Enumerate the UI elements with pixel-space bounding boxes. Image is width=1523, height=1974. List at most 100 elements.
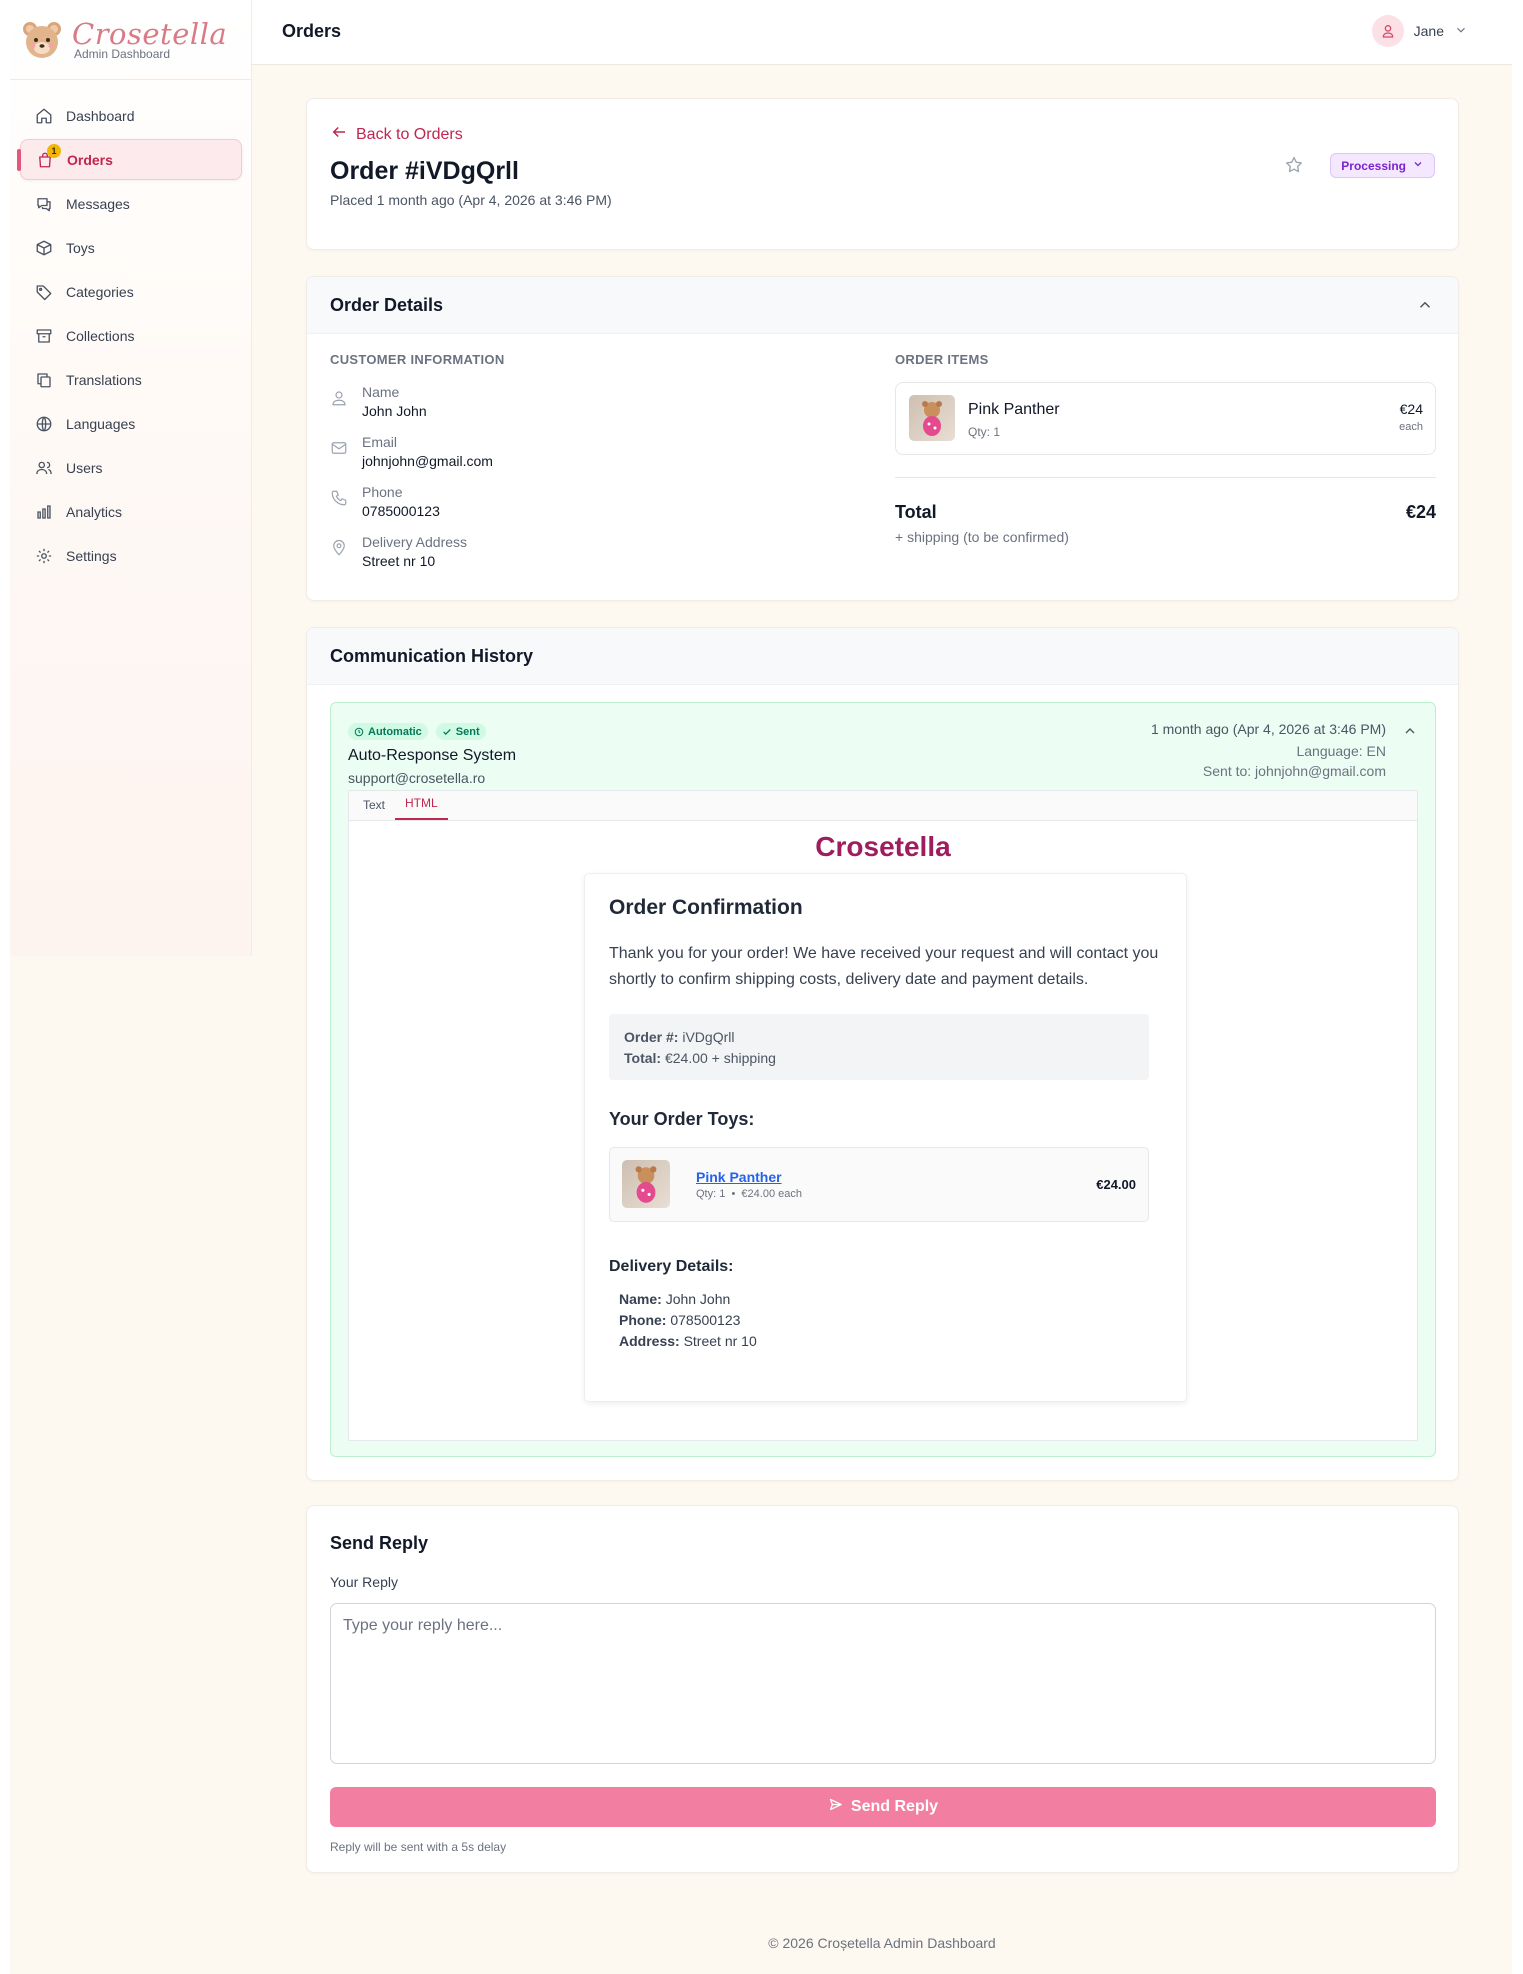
customer-name: John John [362,403,427,419]
tag-icon [34,282,54,302]
mail-icon [330,433,350,462]
order-item[interactable]: Pink Panther Qty: 1 €24 each [895,382,1436,455]
order-header-card: Back to Orders Order #iVDgQrll Placed 1 … [306,98,1459,250]
star-icon[interactable] [1284,155,1304,180]
toy-thumbnail [622,1160,670,1208]
gear-icon [34,546,54,566]
divider [895,477,1436,478]
email-delivery-heading: Delivery Details: [609,1258,734,1275]
box-icon [34,238,54,258]
order-placed-date: Placed 1 month ago (Apr 4, 2026 at 3:46 … [330,192,612,208]
shipping-note: + shipping (to be confirmed) [895,529,1069,545]
check-icon [443,728,451,735]
email-toy-meta: Qty: 1 • €24.00 each [696,1188,802,1200]
sidebar-divider [10,79,252,80]
map-pin-icon [330,533,350,562]
sidebar-item-messages[interactable]: Messages [20,183,242,224]
tab-html[interactable]: HTML [395,796,448,820]
top-bar: Orders Jane [252,0,1512,65]
user-menu[interactable]: Jane [1371,15,1468,47]
delivery-name: John John [665,1291,731,1307]
email-message: Thank you for your order! We have receiv… [609,945,1159,988]
sidebar-item-users[interactable]: Users [20,447,242,488]
field-label: Name [362,384,400,400]
send-button-label: Send Reply [850,1798,939,1815]
field-label: Email [362,434,398,450]
phone-icon [330,483,350,512]
sidebar-item-analytics[interactable]: Analytics [20,491,242,532]
sidebar-item-languages[interactable]: Languages [20,403,242,444]
copy-icon [34,370,54,390]
order-details-header[interactable]: Order Details [307,277,1458,334]
chevron-down-icon [1412,158,1424,173]
chevron-up-icon[interactable] [1402,723,1418,744]
archive-icon [34,326,54,346]
sidebar-item-label: Languages [66,415,136,432]
item-qty: Qty: 1 [968,425,1001,439]
teddy-bear-logo-icon [20,18,64,62]
message-time: 1 month ago (Apr 4, 2026 at 3:46 PM) [1150,721,1386,737]
email-order-summary: Order #: iVDgQrll Total: €24.00 + shippi… [609,1014,1149,1080]
item-name: Pink Panther [968,401,1060,418]
tab-text[interactable]: Text [353,798,395,820]
sidebar-item-label: Categories [66,283,134,300]
back-to-orders-link[interactable]: Back to Orders [330,123,463,146]
customer-address: Street nr 10 [362,553,436,569]
email-delivery-details: Name: John John Phone: 078500123 Address… [619,1289,757,1352]
home-icon [34,106,54,126]
field-label: Phone [362,484,403,500]
chevron-up-icon[interactable] [1416,296,1434,319]
field-label: Address: [619,1333,680,1349]
section-title: Order Details [330,294,444,315]
sidebar-item-dashboard[interactable]: Dashboard [20,95,242,136]
user-icon [330,383,350,412]
badge-label: Sent [455,725,480,738]
customer-address-row: Delivery Address Street nr 10 [330,533,830,571]
sidebar-item-label: Toys [66,239,95,256]
email-toys-heading: Your Order Toys: [609,1109,755,1129]
sidebar-item-categories[interactable]: Categories [20,271,242,312]
arrow-left-icon [330,123,348,146]
clock-icon [354,727,364,736]
status-dropdown[interactable]: Processing [1330,153,1435,178]
order-no: iVDgQrll [682,1029,735,1045]
bar-chart-icon [34,502,54,522]
sender-email: support@crosetella.ro [348,770,486,786]
sidebar-item-translations[interactable]: Translations [20,359,242,400]
brand-name: Crosetella [72,17,228,51]
brand-logo[interactable]: Crosetella Admin Dashboard [20,14,227,66]
sidebar: Crosetella Admin Dashboard Dashboard 1 O… [10,0,252,956]
sidebar-item-orders[interactable]: 1 Orders [17,139,242,180]
send-reply-button[interactable]: Send Reply [330,1787,1436,1827]
message-language: Language: EN [1296,743,1386,759]
customer-info: CUSTOMER INFORMATION Name John John Email… [330,352,830,583]
chat-icon [34,194,54,214]
email-heading: Order Confirmation [609,896,803,919]
sidebar-item-label: Messages [66,195,130,212]
sent-badge: Sent [435,723,486,740]
email-body: Order Confirmation Thank you for your or… [584,873,1187,1402]
user-name: Jane [1413,23,1444,39]
total-label: Total [895,502,937,522]
orders-count-badge: 1 [47,144,61,158]
sidebar-item-label: Dashboard [66,107,135,124]
customer-email-row: Email johnjohn@gmail.com [330,433,830,471]
sidebar-item-toys[interactable]: Toys [20,227,242,268]
field-label: Name: [619,1291,662,1307]
order-items-label: ORDER ITEMS [895,352,989,367]
field-label: Delivery Address [362,534,468,550]
sidebar-item-collections[interactable]: Collections [20,315,242,356]
message-recipient: Sent to: johnjohn@gmail.com [1202,763,1386,779]
email-toy-link[interactable]: Pink Panther [696,1169,782,1185]
customer-email: johnjohn@gmail.com [362,453,493,469]
message-entry: Automatic Sent Auto-Response System supp… [330,702,1436,1457]
reply-textarea[interactable] [330,1603,1436,1764]
customer-name-row: Name John John [330,383,830,421]
delivery-phone: 078500123 [670,1312,741,1328]
status-value: Processing [1341,158,1406,173]
sidebar-item-label: Settings [66,547,117,564]
email-preview: Text HTML Crosetella Order Confirmation … [348,790,1418,1441]
email-toy-price: €24.00 [1096,1177,1136,1192]
sidebar-item-settings[interactable]: Settings [20,535,242,576]
customer-phone: 0785000123 [362,503,440,519]
